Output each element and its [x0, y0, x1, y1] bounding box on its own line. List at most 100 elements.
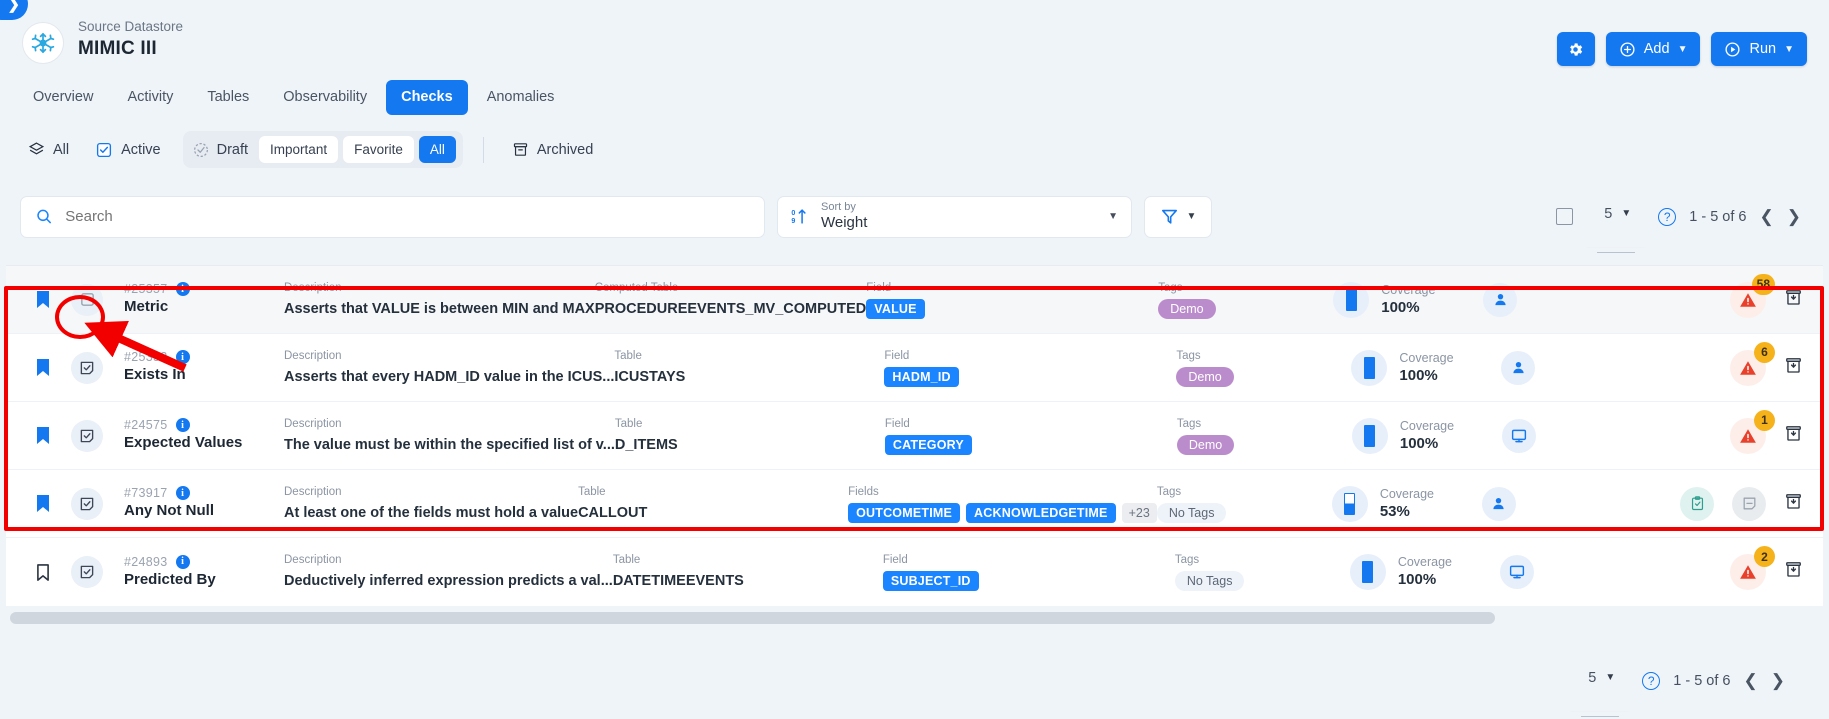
page-size-select-bottom[interactable]: 5 ▼	[1570, 644, 1630, 717]
tag-chip[interactable]: Demo	[1176, 366, 1234, 387]
info-icon[interactable]: i	[175, 282, 190, 296]
tab-anomalies[interactable]: Anomalies	[472, 80, 570, 115]
help-icon[interactable]: ?	[1658, 207, 1677, 226]
bookmark-cell[interactable]	[24, 494, 62, 513]
table-row[interactable]: #24893 i Predicted By Description Deduct…	[6, 538, 1823, 606]
filter-all[interactable]: All	[20, 137, 77, 162]
minus-note-icon[interactable]	[1732, 486, 1766, 521]
tag-chip[interactable]: Demo	[1158, 298, 1216, 319]
search-input[interactable]	[63, 207, 750, 226]
coverage-label: Coverage	[1397, 555, 1453, 569]
person-icon[interactable]	[1501, 350, 1536, 385]
svg-text:9: 9	[791, 217, 795, 225]
field-chip[interactable]: OUTCOMETIME	[848, 502, 961, 523]
tab-activity[interactable]: Activity	[112, 80, 188, 115]
owner-cell	[1481, 486, 1592, 521]
tags-label: Tags	[1176, 417, 1202, 430]
info-icon[interactable]: i	[175, 554, 190, 569]
info-icon[interactable]: i	[175, 486, 190, 500]
page-size-select-top[interactable]: 5 ▼	[1586, 180, 1646, 253]
filter-dropdown-button[interactable]: ▼	[1144, 195, 1212, 238]
prev-page-button[interactable]: ❮	[1760, 207, 1774, 227]
field-chip[interactable]: ACKNOWLEDGETIME	[966, 502, 1116, 523]
archive-icon	[513, 143, 527, 156]
table-label: Computed Table	[594, 281, 679, 294]
person-icon[interactable]	[1483, 282, 1518, 317]
help-icon[interactable]: ?	[1642, 671, 1661, 690]
table-value: D_ITEMS	[614, 436, 678, 453]
field-chip[interactable]: VALUE	[866, 298, 925, 319]
archive-box-icon[interactable]	[1784, 492, 1803, 516]
tab-overview[interactable]: Overview	[18, 80, 108, 115]
next-page-button[interactable]: ❯	[1771, 671, 1785, 691]
status-cell: 6	[1611, 341, 1809, 386]
archive-box-icon[interactable]	[1784, 424, 1803, 448]
clipboard-check-icon[interactable]	[1680, 486, 1714, 521]
check-type-cell[interactable]	[62, 556, 112, 588]
select-all-checkbox[interactable]	[1556, 208, 1574, 225]
check-type-cell[interactable]	[62, 419, 112, 452]
alert-indicator[interactable]: 58	[1730, 273, 1775, 318]
tab-observability[interactable]: Observability	[268, 80, 382, 115]
tags-cell: Tags Demo	[1176, 349, 1351, 387]
prev-page-button[interactable]: ❮	[1744, 671, 1758, 691]
tags-label: Tags	[1158, 281, 1183, 294]
tags-cell: Tags Demo	[1158, 281, 1333, 319]
tags-cell: Tags Demo	[1176, 417, 1352, 455]
person-icon[interactable]	[1481, 486, 1516, 521]
search-box[interactable]	[20, 195, 765, 238]
sort-box[interactable]: 0 9 Sort by Weight ▼	[777, 195, 1132, 238]
archive-box-icon[interactable]	[1784, 356, 1803, 380]
field-more-chip[interactable]: +23	[1121, 502, 1157, 523]
bookmark-cell[interactable]	[24, 563, 62, 582]
field-chip[interactable]: SUBJECT_ID	[882, 571, 979, 591]
check-type-cell[interactable]	[62, 487, 112, 520]
horizontal-scrollbar[interactable]	[8, 610, 1821, 626]
alert-indicator[interactable]: 6	[1730, 341, 1775, 386]
pill-important[interactable]: Important	[259, 136, 339, 163]
info-icon[interactable]: i	[175, 418, 190, 432]
bookmark-cell[interactable]	[24, 290, 62, 309]
field-chip[interactable]: CATEGORY	[884, 434, 972, 455]
monitor-icon[interactable]	[1501, 418, 1536, 453]
pill-all[interactable]: All	[418, 136, 456, 163]
alert-indicator[interactable]: 1	[1730, 409, 1775, 454]
table-row[interactable]: #25357 i Metric Description Asserts that…	[6, 266, 1823, 334]
bookmark-cell[interactable]	[24, 426, 62, 445]
filter-bar: All Active Draft Important Favorite All …	[0, 115, 1829, 180]
check-type-cell[interactable]	[62, 351, 112, 384]
bookmark-cell[interactable]	[24, 358, 62, 377]
alert-count-badge: 58	[1751, 273, 1775, 295]
archive-box-icon[interactable]	[1784, 560, 1803, 584]
add-button[interactable]: Add ▼	[1605, 32, 1701, 66]
plus-circle-icon	[1620, 41, 1635, 57]
tag-chip[interactable]: No Tags	[1156, 502, 1227, 523]
alert-count-badge: 1	[1754, 409, 1775, 431]
draft-circle-icon	[193, 142, 208, 157]
alert-indicator[interactable]: 2	[1730, 546, 1775, 590]
settings-button[interactable]	[1556, 32, 1595, 66]
next-page-button[interactable]: ❯	[1787, 207, 1801, 227]
table-row[interactable]: #73917 i Any Not Null Description At lea…	[6, 470, 1823, 538]
tab-tables[interactable]: Tables	[192, 80, 264, 115]
check-type-cell[interactable]	[62, 283, 112, 316]
tab-checks[interactable]: Checks	[386, 80, 468, 115]
search-icon	[37, 209, 51, 224]
archive-box-icon[interactable]	[1784, 288, 1803, 312]
pill-favorite[interactable]: Favorite	[343, 136, 414, 163]
chevron-down-icon: ▼	[1621, 208, 1632, 219]
table-row[interactable]: #25352 i Exists In Description Asserts t…	[6, 334, 1823, 402]
filter-draft[interactable]: Draft	[190, 141, 254, 159]
filter-archived[interactable]: Archived	[504, 137, 601, 162]
scrollbar-thumb[interactable]	[10, 612, 1495, 624]
field-chip[interactable]: HADM_ID	[884, 366, 959, 387]
filter-active[interactable]: Active	[87, 137, 169, 163]
tag-chip[interactable]: No Tags	[1174, 571, 1245, 591]
info-icon[interactable]: i	[175, 350, 190, 364]
alert-count-badge: 6	[1754, 341, 1775, 363]
monitor-icon[interactable]	[1499, 555, 1534, 589]
field-cell: Field HADM_ID	[884, 349, 1176, 387]
table-row[interactable]: #24575 i Expected Values Description The…	[6, 402, 1823, 470]
run-button[interactable]: Run ▼	[1711, 32, 1807, 66]
tag-chip[interactable]: Demo	[1176, 434, 1235, 455]
